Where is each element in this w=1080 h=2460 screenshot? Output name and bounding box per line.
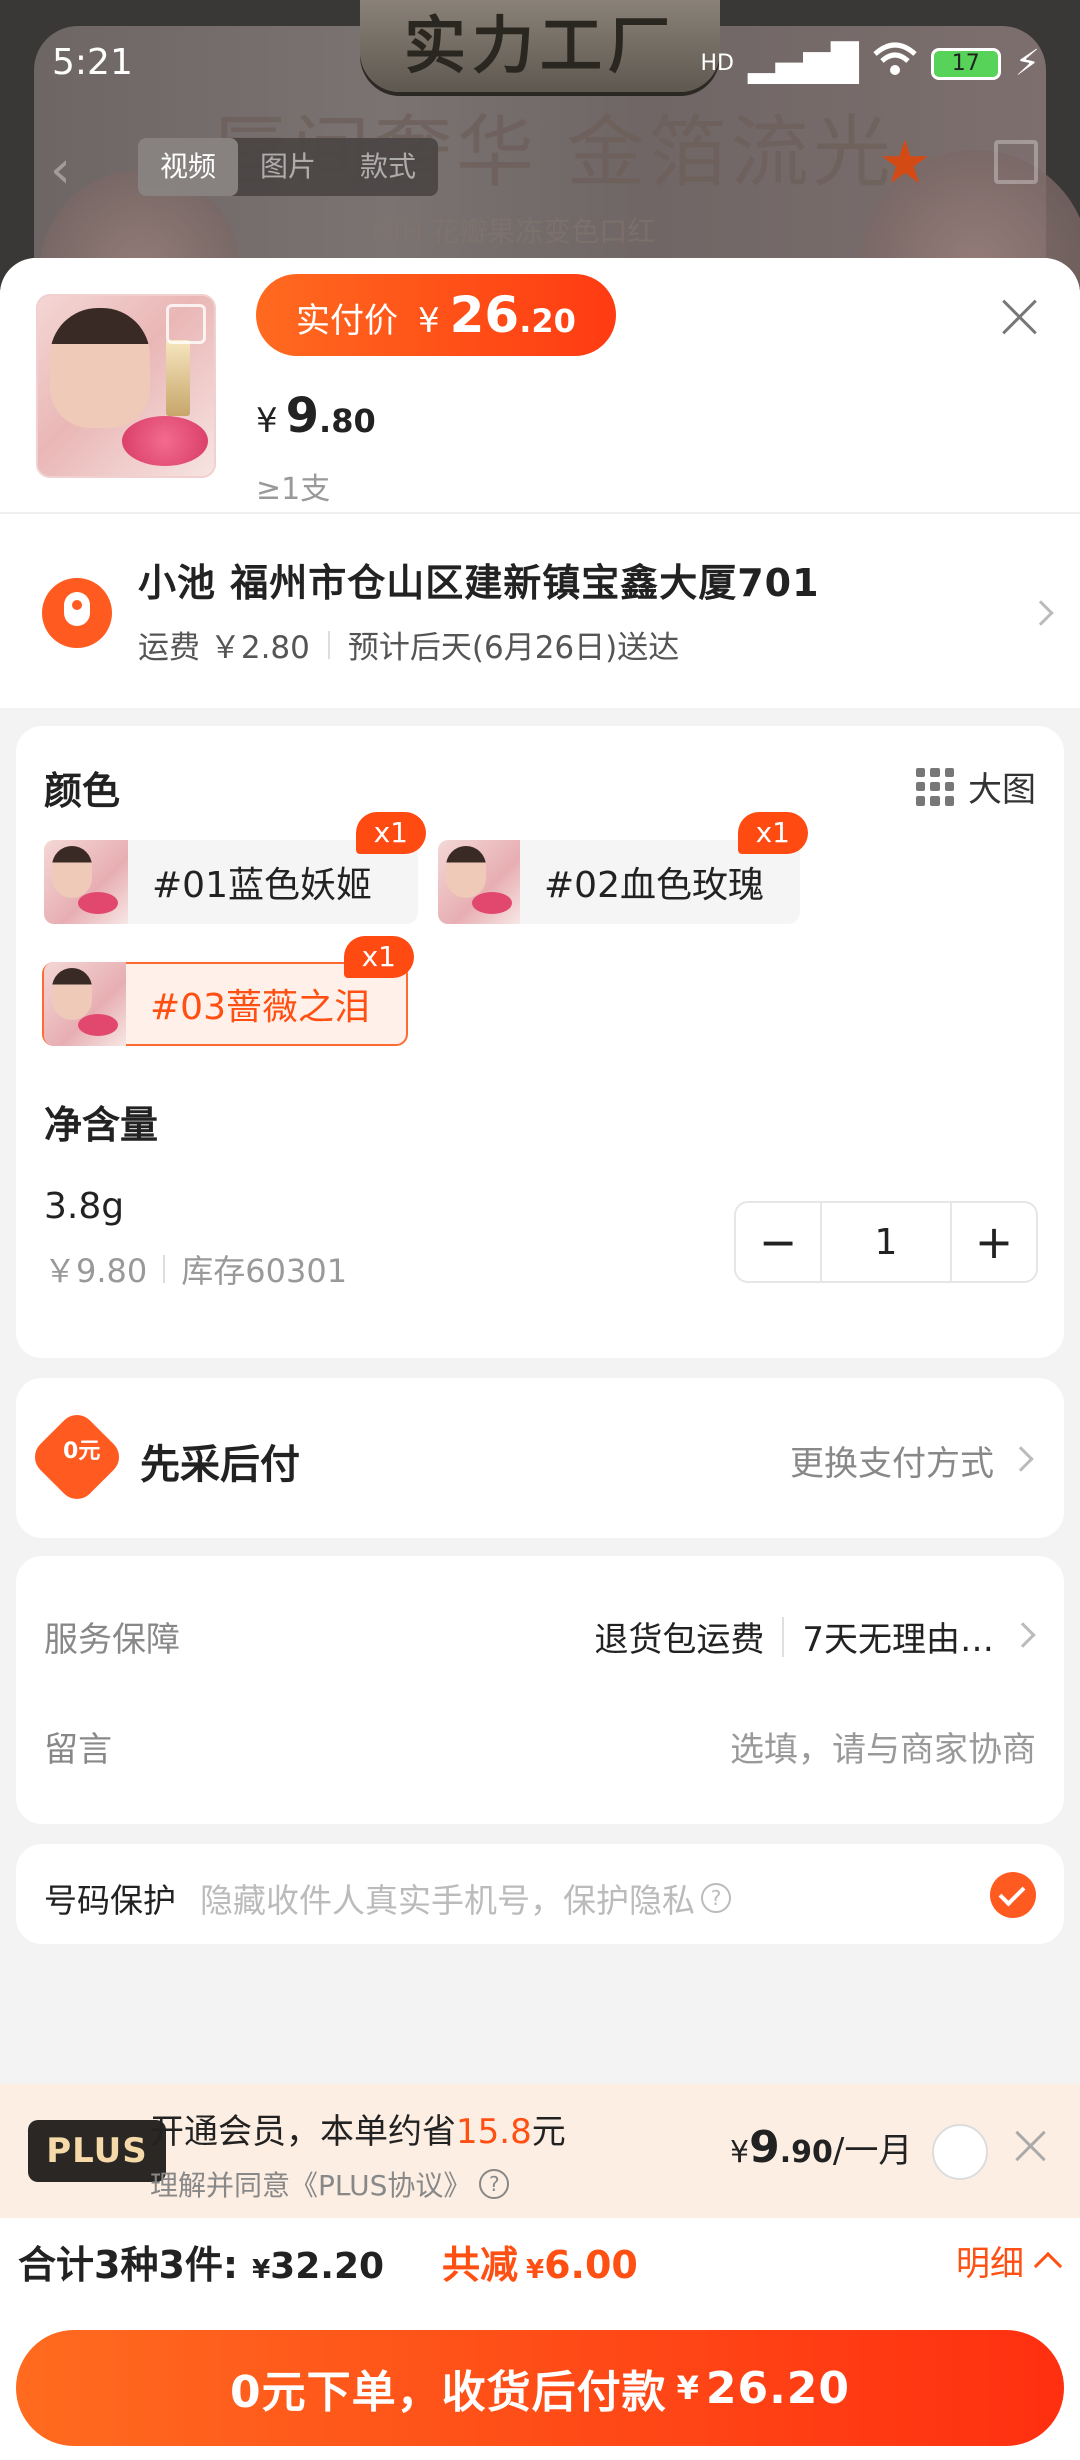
media-tabs: 视频 图片 款式 xyxy=(138,138,439,196)
battery-icon: 17 xyxy=(930,47,1001,80)
share-icon xyxy=(994,140,1038,184)
variant-image xyxy=(44,840,128,924)
chevron-right-icon xyxy=(1010,1622,1036,1648)
net-content-meta: ￥9.80 库存60301 xyxy=(44,1246,347,1292)
shipping-fee: 运费 ￥2.80 xyxy=(138,630,310,666)
plus-agreement[interactable]: 理解并同意《PLUS协议》 ? xyxy=(150,2164,510,2204)
plus-logo: PLUS xyxy=(28,2120,166,2182)
variant-qty-badge: x1 xyxy=(355,812,426,854)
variant-image xyxy=(438,840,521,924)
net-content-title: 净含量 xyxy=(44,1103,159,1147)
color-title: 颜色 xyxy=(44,769,121,813)
total-summary: 合计3种3件: ¥32.20 xyxy=(18,2243,385,2287)
detail-toggle[interactable]: 明细 xyxy=(956,2236,1063,2285)
help-icon[interactable]: ? xyxy=(479,2169,510,2199)
signal-bars-icon: ▂▄▆█ xyxy=(747,43,859,84)
location-pin-icon xyxy=(42,578,112,648)
sheet-header: 实付价 ¥ 26.20 ¥9.80 ≥1支 xyxy=(0,258,1080,512)
payment-card[interactable]: 0元 先采后付 更换支付方式 xyxy=(16,1378,1064,1538)
close-icon[interactable] xyxy=(996,294,1042,340)
service-tags[interactable]: 退货包运费 7天无理由… xyxy=(594,1612,994,1661)
sku-price: ￥9.80 xyxy=(44,1252,148,1290)
number-protection-label: 号码保护 xyxy=(44,1881,176,1920)
help-icon[interactable]: ? xyxy=(701,1883,731,1913)
big-picture-toggle[interactable]: 大图 xyxy=(916,762,1036,811)
favorite-star-icon: ★ xyxy=(878,128,932,198)
submit-area: 0元下单，收货后付款 ¥26.20 xyxy=(0,2308,1080,2460)
variant-option-03[interactable]: #03蔷薇之泪 x1 xyxy=(42,936,414,1046)
submit-order-button[interactable]: 0元下单，收货后付款 ¥26.20 xyxy=(16,2330,1064,2446)
service-card: 服务保障 退货包运费 7天无理由… 留言 选填，请与商家协商 xyxy=(16,1556,1064,1824)
quantity-stepper: − 1 + xyxy=(734,1201,1038,1283)
unit-price: ¥9.80 xyxy=(256,388,376,444)
service-tag-free-return: 退货包运费 xyxy=(594,1620,765,1660)
back-arrow-icon: ‹ xyxy=(50,140,71,200)
delivery-eta: 预计后天(6月26日)送达 xyxy=(347,630,680,666)
decrease-button[interactable]: − xyxy=(736,1203,820,1281)
service-tag-7day: 7天无理由… xyxy=(802,1620,994,1660)
hd-signal-icon: HD xyxy=(700,51,734,76)
min-order-qty: ≥1支 xyxy=(256,472,331,507)
service-label: 服务保障 xyxy=(44,1620,180,1660)
variant-qty-badge: x1 xyxy=(737,812,808,854)
number-protection-desc: 隐藏收件人真实手机号，保护隐私 ? xyxy=(200,1874,731,1922)
payment-method-title: 先采后付 xyxy=(140,1442,300,1488)
plus-price: ¥9.90/一月 xyxy=(730,2122,913,2173)
status-time: 5:21 xyxy=(52,42,133,83)
variant-option-02[interactable]: #02血色玫瑰 x1 xyxy=(438,812,808,924)
charging-icon: ⚡ xyxy=(1014,43,1040,84)
increase-button[interactable]: + xyxy=(952,1203,1036,1281)
spec-card: 颜色 大图 #01蓝色妖姬 x1 #02血色玫瑰 x1 #03蔷薇之泪 x1 净… xyxy=(16,726,1064,1358)
product-thumbnail[interactable] xyxy=(36,294,216,478)
variant-image xyxy=(44,962,127,1046)
total-discount: 共减 ¥6.00 xyxy=(442,2243,638,2287)
status-icons: HD ▂▄▆█ 17 ⚡ xyxy=(700,42,1040,85)
chevron-right-icon xyxy=(1008,1446,1034,1472)
chevron-right-icon xyxy=(1028,600,1054,626)
privacy-card: 号码保护 隐藏收件人真实手机号，保护隐私 ? xyxy=(16,1844,1064,1944)
shipping-info: 运费 ￥2.80 预计后天(6月26日)送达 xyxy=(138,622,679,667)
quantity-input[interactable]: 1 xyxy=(820,1203,952,1281)
grid-icon xyxy=(916,767,954,806)
tab-styles: 款式 xyxy=(360,150,417,183)
message-input[interactable]: 选填，请与商家协商 xyxy=(730,1722,1036,1771)
chevron-up-icon xyxy=(1033,2251,1063,2280)
stock-count: 库存60301 xyxy=(181,1252,348,1290)
variant-option-01[interactable]: #01蓝色妖姬 x1 xyxy=(44,812,426,924)
expand-icon[interactable] xyxy=(166,304,206,344)
variant-qty-badge: x1 xyxy=(343,936,414,978)
address-row[interactable]: 小池 福州市仓山区建新镇宝鑫大厦701 运费 ￥2.80 预计后天(6月26日)… xyxy=(0,512,1080,708)
plus-select-radio[interactable] xyxy=(932,2124,988,2180)
plus-offer-text: 开通会员，本单约省15.8元 xyxy=(150,2112,566,2152)
background-plaque: 实力工厂 xyxy=(360,0,720,92)
number-protection-checkbox[interactable] xyxy=(990,1872,1036,1918)
close-icon[interactable] xyxy=(1012,2128,1048,2164)
plus-membership-bar: PLUS 开通会员，本单约省15.8元 理解并同意《PLUS协议》 ? ¥9.9… xyxy=(0,2084,1080,2218)
message-label: 留言 xyxy=(44,1730,112,1770)
address-line: 小池 福州市仓山区建新镇宝鑫大厦701 xyxy=(138,561,820,605)
order-totals: 合计3种3件: ¥32.20 共减 ¥6.00 明细 xyxy=(0,2218,1080,2308)
background-subline: HIH 花瓣果冻变色口红 xyxy=(372,215,656,248)
wifi-icon xyxy=(873,42,917,85)
net-content-value: 3.8g xyxy=(44,1186,125,1227)
tab-images: 图片 xyxy=(260,150,317,183)
pay-later-icon: 0元 xyxy=(27,1407,127,1507)
change-payment-link[interactable]: 更换支付方式 xyxy=(790,1436,994,1485)
tab-video: 视频 xyxy=(138,138,239,196)
paid-price-pill: 实付价 ¥ 26.20 xyxy=(256,274,616,356)
